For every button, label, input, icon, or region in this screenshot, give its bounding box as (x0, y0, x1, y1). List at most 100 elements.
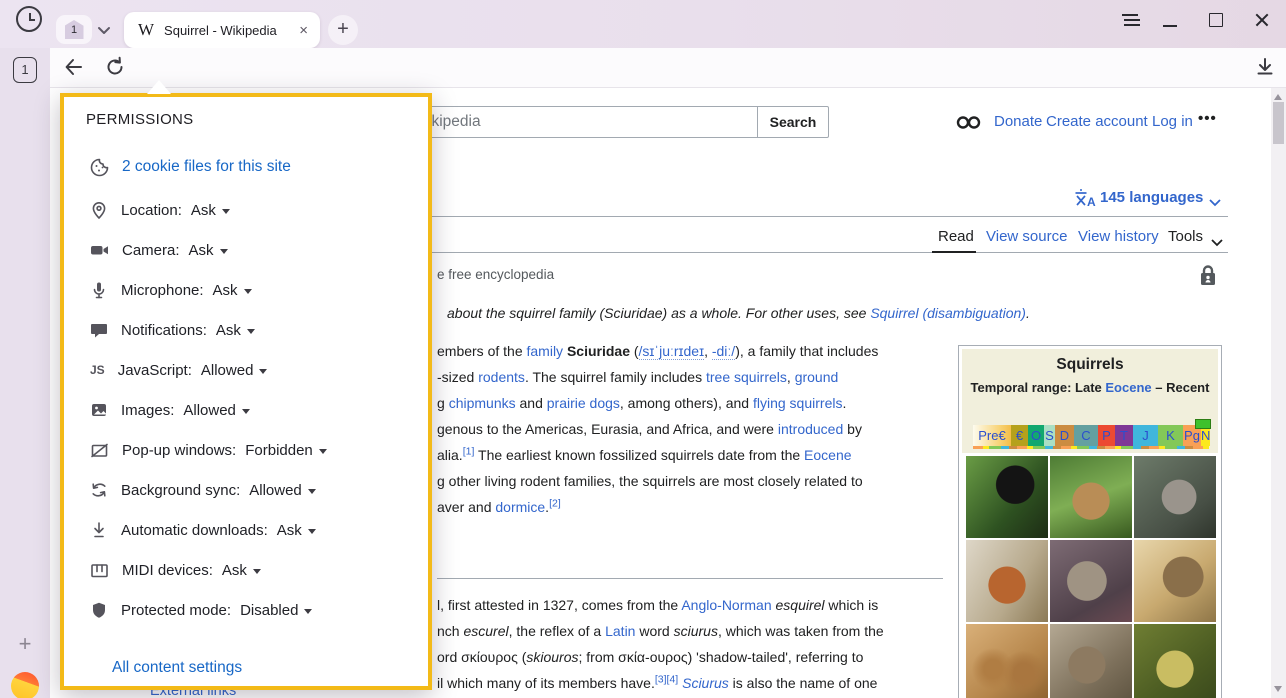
yandex-browser-icon[interactable] (11, 672, 39, 698)
timeline-period-P[interactable]: P (1098, 425, 1115, 446)
history-clock-icon[interactable] (16, 6, 42, 32)
tab-strip: 1 W Squirrel - Wikipedia × + (0, 0, 1286, 48)
wiki-search-button[interactable]: Search (757, 106, 829, 138)
permission-row-protected-mode: Protected mode: Disabled (90, 597, 312, 623)
refresh-icon[interactable] (104, 56, 126, 83)
tab-squirrel-wikipedia[interactable]: W Squirrel - Wikipedia × (124, 12, 320, 48)
downloads-toolbar-icon[interactable] (1254, 56, 1276, 83)
permission-value-dropdown[interactable]: Ask (213, 282, 252, 299)
permission-label: JavaScript: (118, 362, 192, 379)
tab-group-chevron-icon[interactable] (96, 22, 112, 40)
timeline-period-€[interactable]: € (1011, 425, 1028, 446)
timeline-period-K[interactable]: K (1158, 425, 1183, 446)
cookie-icon (90, 158, 109, 177)
body-line: aver and dormice.[2] (437, 494, 959, 520)
infobox-image-prairie-dogs[interactable] (1134, 624, 1216, 698)
tab-group-count: 1 (71, 24, 77, 36)
personal-tools-more-icon[interactable]: ••• (1198, 110, 1217, 127)
infobox-image-black-giant-squirrel[interactable] (966, 456, 1048, 538)
languages-chevron-icon[interactable] (1208, 194, 1222, 212)
tab-view-source[interactable]: View source (986, 228, 1067, 245)
site-tagline: e free encyclopedia (437, 267, 554, 282)
permissions-panel: PERMISSIONS 2 cookie files for this site… (60, 93, 432, 690)
tab-read[interactable]: Read (938, 228, 974, 245)
infobox-image-chipmunk[interactable] (1050, 456, 1132, 538)
maximize-button[interactable] (1206, 10, 1226, 30)
timeline-fine-stripe (973, 446, 1209, 449)
permission-value-dropdown[interactable]: Ask (191, 202, 230, 219)
caret-down-icon (308, 489, 316, 494)
caret-down-icon (304, 609, 312, 614)
timeline-period-Pre€[interactable]: Pre€ (973, 425, 1011, 446)
squirrel-image-grid (966, 456, 1216, 698)
new-tab-button[interactable]: + (328, 15, 358, 45)
lead-paragraph: embers of the family Sciuridae (/sɪˈjuːr… (437, 338, 959, 520)
infobox-image-standing-ground-squirrels[interactable] (966, 624, 1048, 698)
tab-count-badge[interactable]: 1 (13, 57, 37, 83)
javascript-icon: JS (90, 363, 105, 377)
permission-label: Automatic downloads: (121, 522, 268, 539)
infobox-image-marmots[interactable] (1050, 624, 1132, 698)
tools-chevron-icon[interactable] (1210, 234, 1224, 252)
permission-row-microphone: Microphone: Ask (90, 277, 252, 303)
sidebar-add-icon[interactable]: + (14, 634, 36, 656)
appearance-glasses-icon[interactable] (956, 115, 982, 135)
header-divider (380, 216, 1228, 217)
timeline-period-O[interactable]: O (1028, 425, 1044, 446)
permission-value-dropdown[interactable]: Ask (277, 522, 316, 539)
permission-label: Protected mode: (121, 602, 231, 619)
midi-devices-icon (90, 562, 109, 579)
infobox-image-ground-squirrel[interactable] (1050, 540, 1132, 622)
permission-value-dropdown[interactable]: Ask (189, 242, 228, 259)
timeline-period-T[interactable]: T (1115, 425, 1133, 446)
permission-value-dropdown[interactable]: Allowed (201, 362, 268, 379)
taxobox-header: Squirrels Temporal range: Late Eocene – … (962, 349, 1218, 453)
infobox-image-gray-squirrel[interactable] (1134, 456, 1216, 538)
images-icon (90, 401, 108, 419)
caret-down-icon (242, 409, 250, 414)
tab-group-icon: 1 (65, 20, 84, 39)
popup-windows-icon (90, 442, 109, 459)
infobox-image-unstriped-ground-squirrel[interactable] (1134, 540, 1216, 622)
scroll-up-arrow[interactable] (1274, 94, 1282, 100)
all-content-settings-link[interactable]: All content settings (112, 659, 242, 677)
page-protection-lock-icon[interactable] (1198, 264, 1218, 293)
body-line: g chipmunks and prairie dogs, among othe… (437, 390, 959, 416)
permission-value-dropdown[interactable]: Allowed (183, 402, 250, 419)
permission-value-dropdown[interactable]: Forbidden (245, 442, 327, 459)
login-link[interactable]: Log in (1152, 113, 1193, 130)
permission-row-automatic-downloads: Automatic downloads: Ask (90, 517, 316, 543)
donate-link[interactable]: Donate (994, 113, 1042, 130)
tab-tools[interactable]: Tools (1168, 228, 1203, 245)
permission-value-dropdown[interactable]: Ask (216, 322, 255, 339)
browser-menu-button[interactable] (1120, 10, 1140, 30)
infobox-image-fox-squirrel[interactable] (966, 540, 1048, 622)
languages-button[interactable]: 145 languages (1100, 189, 1203, 206)
timeline-period-C[interactable]: C (1074, 425, 1098, 446)
page-scrollbar[interactable] (1271, 88, 1286, 698)
back-icon[interactable] (62, 55, 86, 84)
tab-view-history[interactable]: View history (1078, 228, 1159, 245)
tab-close-icon[interactable]: × (297, 22, 310, 39)
browser-window: 1 W Squirrel - Wikipedia × + 1 + ••• (0, 0, 1286, 698)
scroll-down-arrow[interactable] (1274, 686, 1282, 692)
taxobox-title: Squirrels (962, 356, 1218, 374)
create-account-link[interactable]: Create account (1046, 113, 1148, 130)
temporal-range-marker (1195, 419, 1211, 429)
timeline-period-D[interactable]: D (1055, 425, 1074, 446)
permission-row-midi-devices: MIDI devices: Ask (90, 557, 261, 583)
permission-label: Images: (121, 402, 174, 419)
minimize-button[interactable] (1160, 10, 1180, 30)
permission-value-dropdown[interactable]: Disabled (240, 602, 312, 619)
tab-title: Squirrel - Wikipedia (164, 23, 297, 38)
scrollbar-thumb[interactable] (1273, 102, 1284, 144)
cookies-link[interactable]: 2 cookie files for this site (122, 158, 291, 176)
permission-value-dropdown[interactable]: Allowed (249, 482, 316, 499)
location-icon (90, 201, 108, 220)
timeline-period-S[interactable]: S (1044, 425, 1055, 446)
timeline-period-J[interactable]: J (1133, 425, 1158, 446)
permission-value-dropdown[interactable]: Ask (222, 562, 261, 579)
tab-group-chip[interactable]: 1 (56, 15, 92, 44)
notifications-icon (90, 322, 108, 339)
close-window-button[interactable] (1252, 10, 1272, 30)
